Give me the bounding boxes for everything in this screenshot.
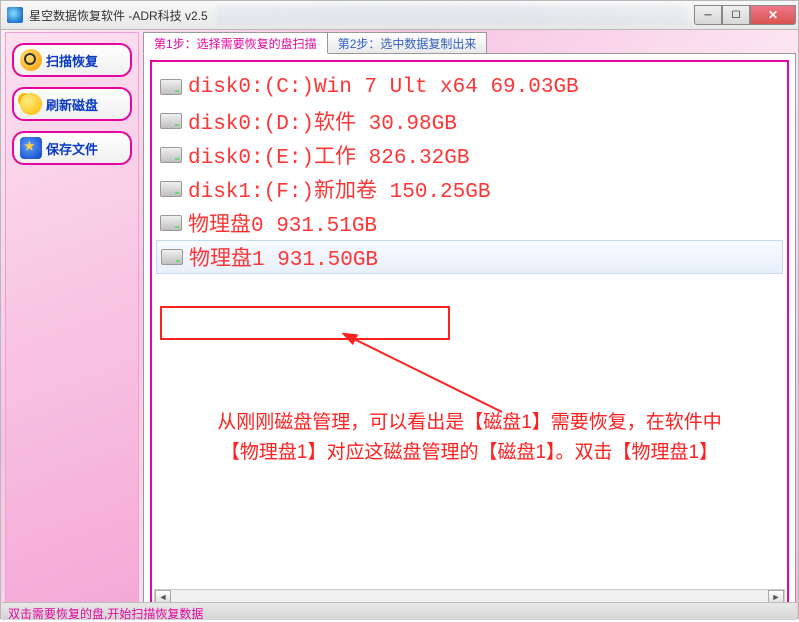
drive-icon [160,181,182,197]
window-title: 星空数据恢复软件 -ADR科技 v2.5 [29,7,208,24]
button-label: 刷新磁盘 [46,95,98,114]
disk-row[interactable]: disk1:(F:)新加卷 150.25GB [156,172,783,206]
disk-label: 物理盘0 931.51GB [188,208,377,238]
disk-label: disk1:(F:)新加卷 150.25GB [188,174,490,204]
tab-label: 第1步：选择需要恢复的盘扫描 [154,35,317,52]
refresh-icon [20,93,42,115]
main-panel: 第1步：选择需要恢复的盘扫描 第2步：选中数据复制出来 disk0:(C:)Wi… [143,32,796,616]
disk-label: disk0:(C:)Win 7 Ult x64 69.03GB [188,76,579,99]
close-button[interactable]: ✕ [750,5,796,25]
tab-bar: 第1步：选择需要恢复的盘扫描 第2步：选中数据复制出来 [143,32,796,54]
drive-icon [160,215,182,231]
magnifier-icon [20,49,42,71]
drive-icon [160,79,182,95]
scan-recover-button[interactable]: 扫描恢复 [12,43,132,77]
tab-step2[interactable]: 第2步：选中数据复制出来 [327,32,488,54]
disk-label: disk0:(E:)工作 826.32GB [188,140,469,170]
annotation-text: 从刚刚磁盘管理，可以看出是【磁盘1】需要恢复，在软件中 【物理盘1】对应这磁盘管… [168,408,771,469]
disk-panel: disk0:(C:)Win 7 Ult x64 69.03GB disk0:(D… [150,60,789,609]
disk-label: disk0:(D:)软件 30.98GB [188,106,457,136]
tab-content: disk0:(C:)Win 7 Ult x64 69.03GB disk0:(D… [143,53,796,616]
titlebar-blur [216,5,686,25]
disk-row[interactable]: disk0:(C:)Win 7 Ult x64 69.03GB [156,70,783,104]
tab-step1[interactable]: 第1步：选择需要恢复的盘扫描 [143,32,328,54]
refresh-disk-button[interactable]: 刷新磁盘 [12,87,132,121]
status-text: 双击需要恢复的盘,开始扫描恢复数据 [8,607,203,621]
disk-row[interactable]: disk0:(D:)软件 30.98GB [156,104,783,138]
disk-label: 物理盘1 931.50GB [189,242,378,272]
drive-icon [160,147,182,163]
titlebar: 星空数据恢复软件 -ADR科技 v2.5 ─ ☐ ✕ [0,0,799,30]
disk-row[interactable]: disk0:(E:)工作 826.32GB [156,138,783,172]
button-label: 扫描恢复 [46,51,98,70]
disk-row[interactable]: 物理盘0 931.51GB [156,206,783,240]
minimize-button[interactable]: ─ [694,5,722,25]
window-controls: ─ ☐ ✕ [694,5,796,25]
save-star-icon [20,137,42,159]
status-bar: 双击需要恢复的盘,开始扫描恢复数据 [2,602,797,620]
save-file-button[interactable]: 保存文件 [12,131,132,165]
annotation-line: 【物理盘1】对应这磁盘管理的【磁盘1】。双击【物理盘1】 [168,438,771,468]
app-icon [7,7,23,23]
disk-list: disk0:(C:)Win 7 Ult x64 69.03GB disk0:(D… [152,62,787,282]
annotation-line: 从刚刚磁盘管理，可以看出是【磁盘1】需要恢复，在软件中 [168,408,771,438]
sidebar: 扫描恢复 刷新磁盘 保存文件 [5,32,139,616]
drive-icon [161,249,183,265]
button-label: 保存文件 [46,139,98,158]
maximize-button[interactable]: ☐ [722,5,750,25]
tab-label: 第2步：选中数据复制出来 [338,35,477,52]
drive-icon [160,113,182,129]
highlight-rectangle [160,306,450,340]
disk-row[interactable]: 物理盘1 931.50GB [156,240,783,274]
